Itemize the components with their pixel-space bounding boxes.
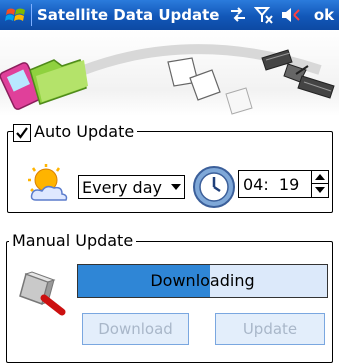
title-separator bbox=[31, 4, 32, 26]
sun-cloud-icon bbox=[28, 164, 68, 201]
time-input[interactable]: 04: 19 bbox=[238, 170, 329, 198]
ok-button[interactable]: ok bbox=[312, 5, 336, 25]
title-bar: Satellite Data Update ok bbox=[0, 0, 339, 30]
manual-update-label: Manual Update bbox=[9, 231, 137, 251]
documents-icon bbox=[167, 57, 253, 115]
time-decrement-button[interactable] bbox=[312, 184, 328, 197]
windows-flag-icon[interactable] bbox=[5, 4, 27, 26]
volume-icon[interactable] bbox=[280, 6, 300, 24]
satellite-icon bbox=[261, 49, 335, 99]
frequency-dropdown[interactable]: Every day bbox=[78, 175, 185, 199]
banner bbox=[0, 30, 339, 116]
update-button[interactable]: Update bbox=[215, 313, 325, 345]
clock-icon bbox=[193, 166, 235, 208]
chevron-down-icon bbox=[171, 184, 181, 190]
auto-update-checkbox[interactable] bbox=[13, 124, 31, 142]
signal-off-icon[interactable] bbox=[254, 6, 274, 24]
pda-folder-icon bbox=[0, 59, 88, 110]
connectivity-icon[interactable] bbox=[228, 6, 248, 24]
download-progress-bar: Downloading bbox=[77, 264, 328, 298]
arrow-down-icon bbox=[315, 187, 325, 193]
time-spinner bbox=[311, 171, 328, 197]
progress-label: Downloading bbox=[150, 271, 255, 290]
time-increment-button[interactable] bbox=[312, 171, 328, 184]
arrow-up-icon bbox=[315, 174, 325, 180]
checkmark-icon bbox=[16, 127, 28, 139]
auto-update-label[interactable]: Auto Update bbox=[31, 122, 138, 142]
time-value: 04: 19 bbox=[243, 175, 300, 194]
download-button[interactable]: Download bbox=[82, 313, 189, 345]
connector-tool-icon bbox=[19, 271, 66, 316]
frequency-value: Every day bbox=[82, 178, 162, 197]
window-title: Satellite Data Update bbox=[37, 6, 220, 24]
